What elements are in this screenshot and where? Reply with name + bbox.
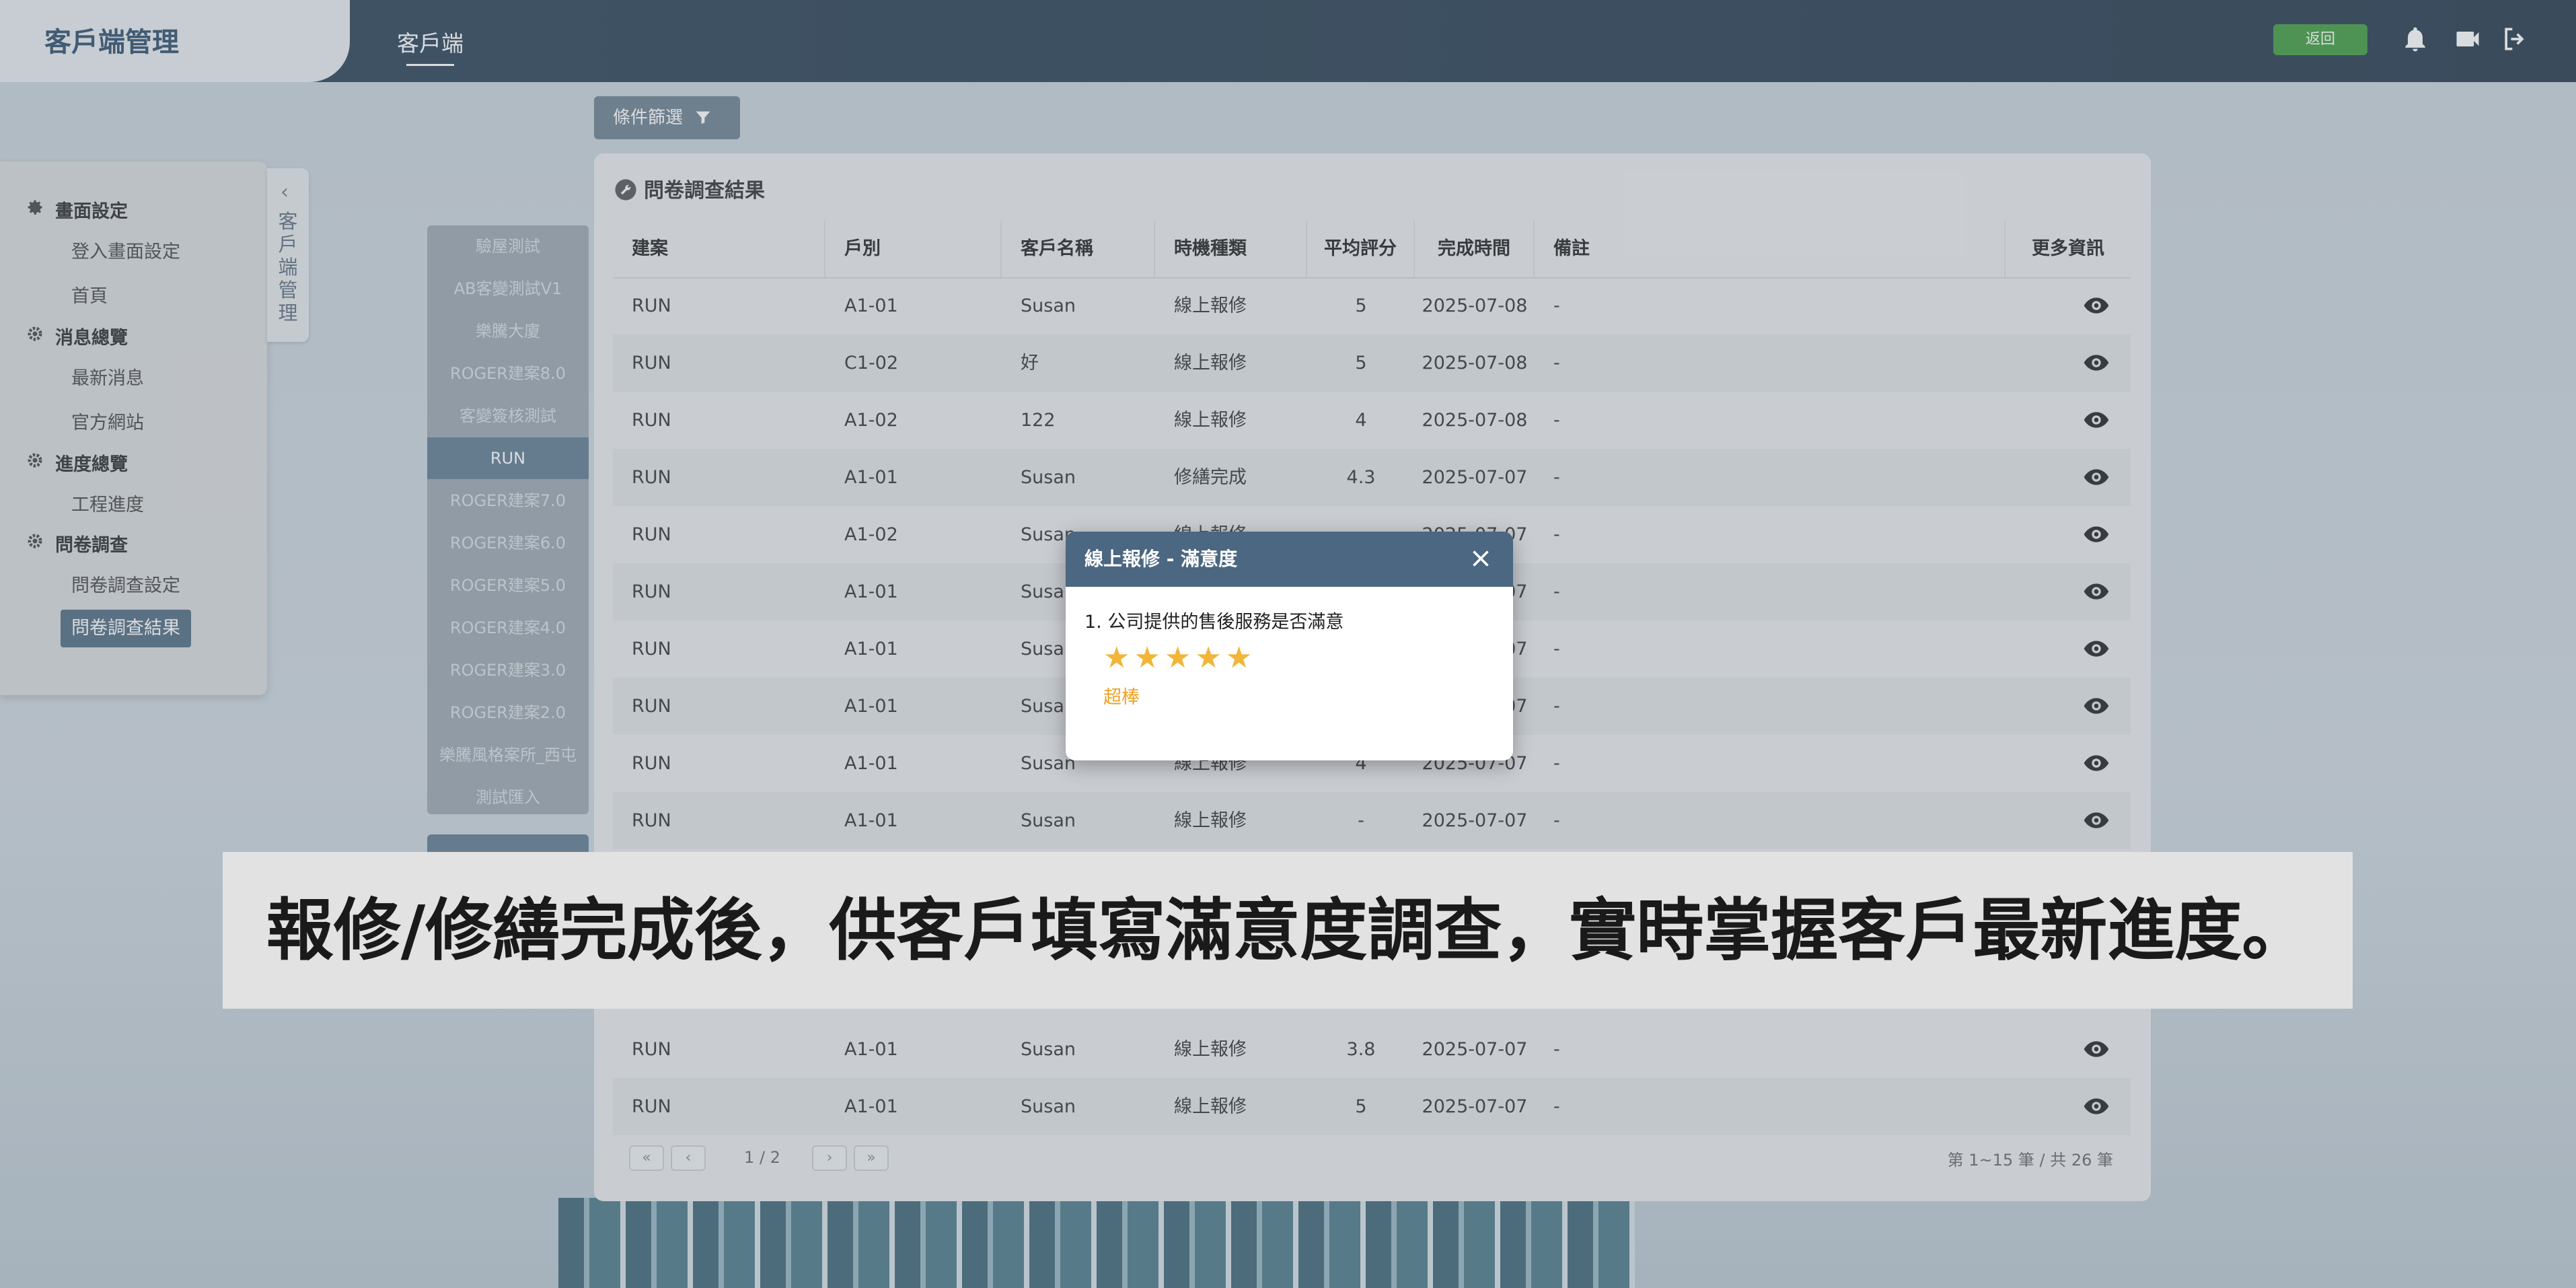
star-rating: ★ ★ ★ ★ ★	[1103, 641, 1256, 675]
close-icon[interactable]	[1469, 546, 1493, 571]
star-icon[interactable]: ★	[1165, 641, 1191, 675]
star-icon[interactable]: ★	[1226, 641, 1252, 675]
modal-title: 線上報修 - 滿意度	[1084, 548, 1238, 570]
modal-header: 線上報修 - 滿意度	[1066, 532, 1513, 587]
rating-word: 超棒	[1103, 687, 1140, 708]
promo-caption: 報修/修繕完成後，供客戶填寫滿意度調查，實時掌握客戶最新進度。	[223, 852, 2353, 1009]
survey-question: 1. 公司提供的售後服務是否滿意	[1084, 612, 1344, 633]
star-icon[interactable]: ★	[1103, 641, 1130, 675]
star-icon[interactable]: ★	[1195, 641, 1221, 675]
satisfaction-modal: 線上報修 - 滿意度 1. 公司提供的售後服務是否滿意 ★ ★ ★ ★ ★ 超棒	[1066, 532, 1513, 760]
star-icon[interactable]: ★	[1134, 641, 1160, 675]
